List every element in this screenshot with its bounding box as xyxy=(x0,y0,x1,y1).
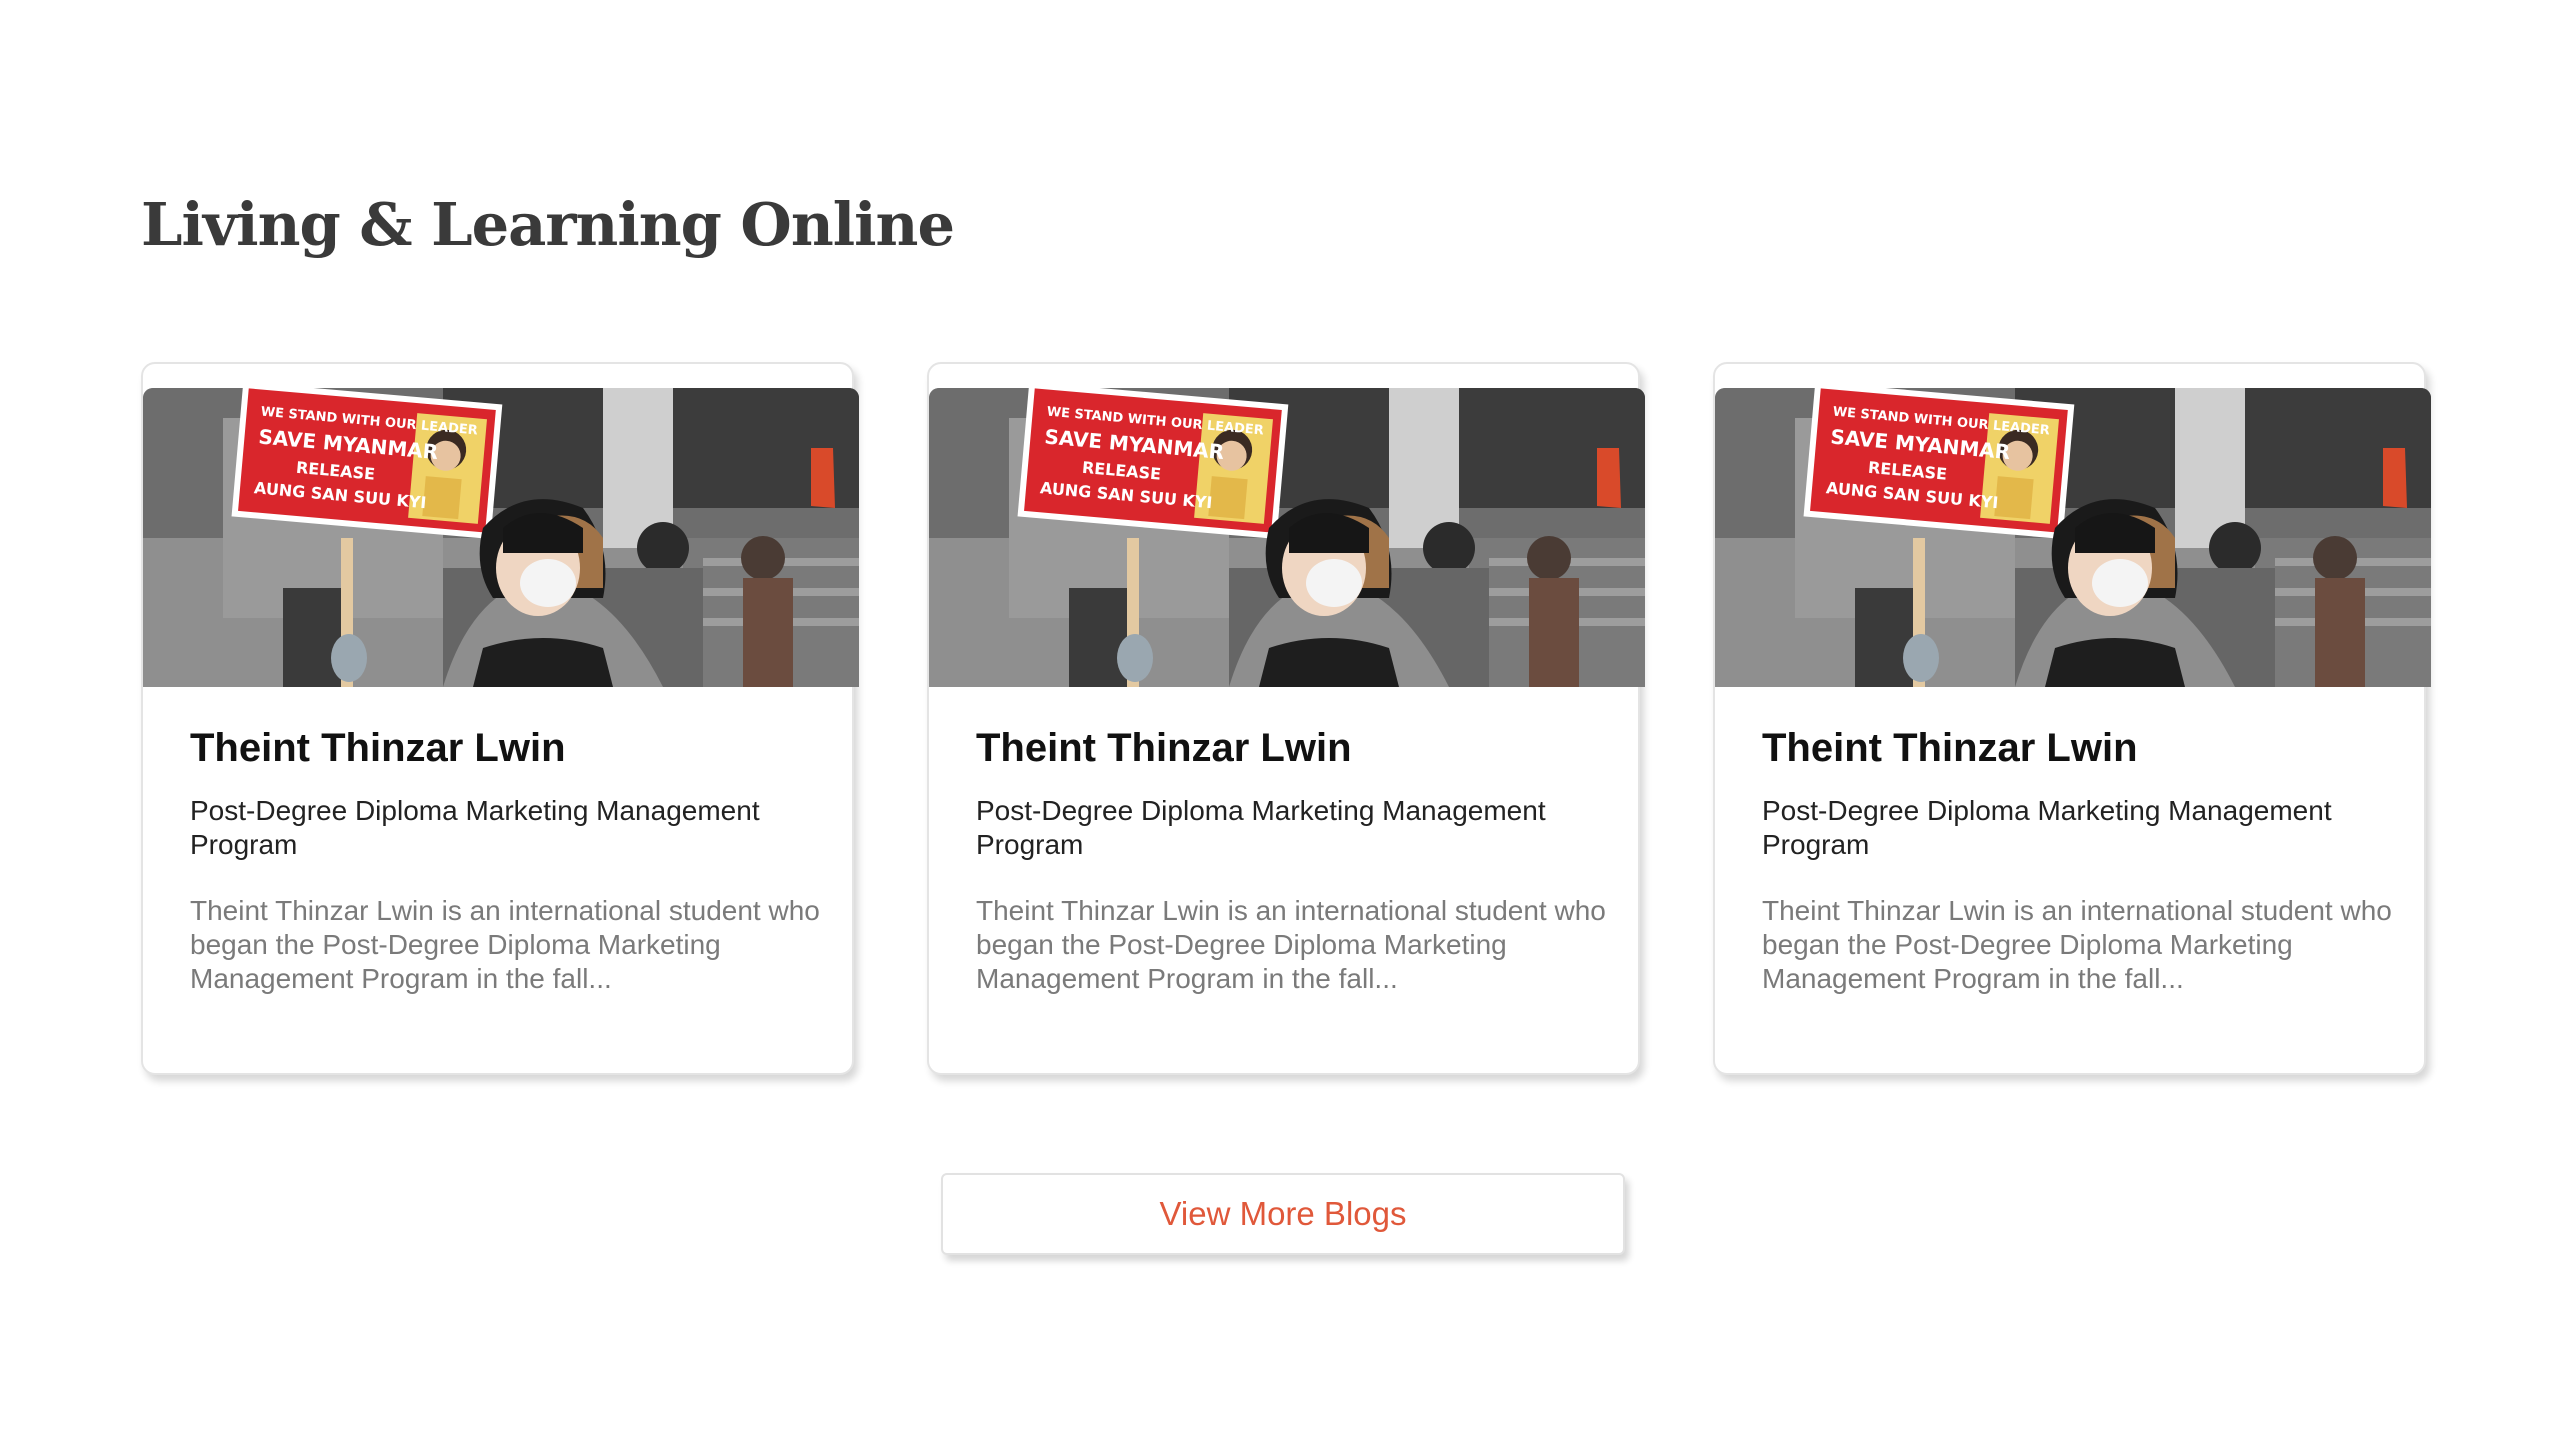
blog-card-program: Post-Degree Diploma Marketing Management… xyxy=(190,795,760,860)
protest-photo: WE STAND WITH OUR LEADER SAVE MYANMAR RE… xyxy=(929,388,1645,687)
blog-card[interactable]: WE STAND WITH OUR LEADER SAVE MYANMAR RE… xyxy=(141,362,859,1075)
blog-card-title[interactable]: Theint Thinzar Lwin xyxy=(1762,724,2392,772)
blog-card-excerpt: Theint Thinzar Lwin is an international … xyxy=(976,895,1606,994)
blog-card-body: Theint Thinzar Lwin Post-Degree Diploma … xyxy=(190,724,820,996)
blog-card-body: Theint Thinzar Lwin Post-Degree Diploma … xyxy=(976,724,1606,996)
blog-card-photo[interactable]: WE STAND WITH OUR LEADER SAVE MYANMAR RE… xyxy=(1715,388,2431,687)
blog-card-title[interactable]: Theint Thinzar Lwin xyxy=(190,724,820,772)
protest-photo: WE STAND WITH OUR LEADER SAVE MYANMAR RE… xyxy=(1715,388,2431,687)
blog-card-photo[interactable]: WE STAND WITH OUR LEADER SAVE MYANMAR RE… xyxy=(143,388,859,687)
protest-photo: WE STAND WITH OUR LEADER SAVE MYANMAR RE… xyxy=(143,388,859,687)
blog-card-photo[interactable]: WE STAND WITH OUR LEADER SAVE MYANMAR RE… xyxy=(929,388,1645,687)
blog-card-title[interactable]: Theint Thinzar Lwin xyxy=(976,724,1606,772)
blog-card-excerpt: Theint Thinzar Lwin is an international … xyxy=(190,895,820,994)
blog-card-program: Post-Degree Diploma Marketing Management… xyxy=(1762,795,2332,860)
blog-card[interactable]: WE STAND WITH OUR LEADER SAVE MYANMAR RE… xyxy=(1713,362,2431,1075)
view-more-blogs-button[interactable]: View More Blogs xyxy=(941,1173,1625,1255)
blog-card-body: Theint Thinzar Lwin Post-Degree Diploma … xyxy=(1762,724,2392,996)
blog-card[interactable]: WE STAND WITH OUR LEADER SAVE MYANMAR RE… xyxy=(927,362,1645,1075)
blog-card-excerpt: Theint Thinzar Lwin is an international … xyxy=(1762,895,2392,994)
section-title: Living & Learning Online xyxy=(141,190,955,259)
blog-card-program: Post-Degree Diploma Marketing Management… xyxy=(976,795,1546,860)
blog-card-list: WE STAND WITH OUR LEADER SAVE MYANMAR RE… xyxy=(141,362,2431,1075)
